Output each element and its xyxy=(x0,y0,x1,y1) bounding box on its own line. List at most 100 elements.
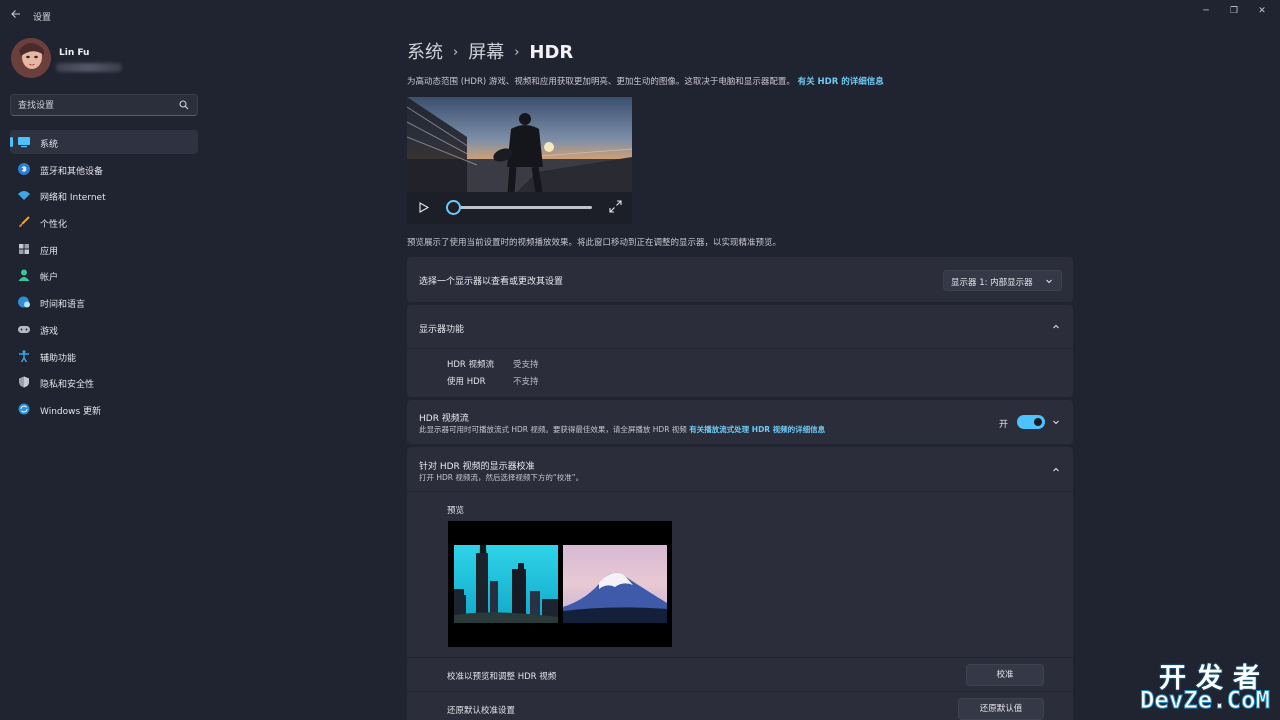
calibration-header[interactable]: 针对 HDR 视频的显示器校准 打开 HDR 视频流，然后选择视频下方的“校准”… xyxy=(407,447,1073,492)
sidebar-item-apps[interactable]: 应用 xyxy=(10,237,198,261)
hdr-info-link[interactable]: 有关 HDR 的详细信息 xyxy=(798,77,884,87)
intro-text: 为高动态范围 (HDR) 游戏、视频和应用获取更加明亮、更加生动的图像。这取决于… xyxy=(407,75,884,87)
app-title: 设置 xyxy=(33,13,52,23)
sidebar-item-network[interactable]: 网络和 Internet xyxy=(10,183,198,207)
capability-key: HDR 视频流 xyxy=(447,360,495,370)
hdr-stream-desc: 此显示器可用时可播放流式 HDR 视频。要获得最佳效果，请全屏播放 HDR 视频… xyxy=(419,424,825,435)
accessibility-icon xyxy=(19,349,29,362)
monitor-icon xyxy=(18,137,30,148)
person-icon xyxy=(18,269,30,282)
fullscreen-icon[interactable] xyxy=(609,200,622,213)
sidebar-item-label: 帐户 xyxy=(40,273,59,284)
search-icon xyxy=(179,100,189,110)
sidebar-item-privacy[interactable]: 隐私和安全性 xyxy=(10,370,198,394)
hdr-stream-info-link[interactable]: 有关播放流式处理 HDR 视频的详细信息 xyxy=(689,425,825,434)
globe-clock-icon xyxy=(18,296,30,308)
search-input[interactable] xyxy=(18,99,178,112)
breadcrumb-separator: › xyxy=(453,45,459,60)
divider xyxy=(407,691,1073,692)
sidebar-item-label: 网络和 Internet xyxy=(40,193,106,204)
capability-value: 受支持 xyxy=(513,360,539,370)
sidebar-item-label: 蓝牙和其他设备 xyxy=(40,166,104,177)
reset-calibration-label: 还原默认校准设置 xyxy=(447,706,516,716)
sidebar-item-label: Windows 更新 xyxy=(40,406,102,417)
seek-bar[interactable] xyxy=(455,206,592,209)
sidebar-item-windows-update[interactable]: Windows 更新 xyxy=(10,397,198,421)
close-button[interactable]: ✕ xyxy=(1252,4,1272,18)
arrow-left-icon xyxy=(11,10,20,18)
display-dropdown[interactable]: 显示器 1: 内部显示器 xyxy=(943,270,1062,291)
sidebar-item-gaming[interactable]: 游戏 xyxy=(10,317,198,341)
breadcrumb-separator: › xyxy=(514,45,520,60)
breadcrumb-system[interactable]: 系统 xyxy=(407,38,443,64)
reset-defaults-button[interactable]: 还原默认值 xyxy=(958,698,1044,720)
preview-note: 预览展示了使用当前设置时的视频播放效果。将此窗口移动到正在调整的显示器，以实现精… xyxy=(407,238,782,248)
calibration-preview-label: 预览 xyxy=(447,506,465,516)
shield-icon xyxy=(19,376,29,388)
calibrate-button[interactable]: 校准 xyxy=(966,664,1044,686)
capability-value: 不支持 xyxy=(513,377,539,387)
sidebar-item-label: 隐私和安全性 xyxy=(40,380,95,391)
avatar xyxy=(11,38,51,78)
sidebar-nav: 系统 蓝牙和其他设备 网络和 Internet 个性化 应用 帐户 时间和语言 … xyxy=(10,130,198,424)
breadcrumb-display[interactable]: 屏幕 xyxy=(468,38,504,64)
watermark: 开发者 DevZe.CoM xyxy=(1120,656,1270,716)
toggle-state-label: 开 xyxy=(999,420,1009,430)
sidebar-item-personalization[interactable]: 个性化 xyxy=(10,210,198,234)
chevron-up-icon xyxy=(1053,467,1059,472)
display-select-label: 选择一个显示器以查看或更改其设置 xyxy=(419,277,564,287)
back-button[interactable] xyxy=(8,8,24,24)
display-capabilities-card: 显示器功能 HDR 视频流 受支持 使用 HDR 不支持 xyxy=(407,305,1073,397)
sidebar-item-label: 辅助功能 xyxy=(40,353,77,364)
chevron-down-icon xyxy=(1046,279,1052,284)
user-email-redacted xyxy=(56,63,122,72)
breadcrumb: 系统 › 屏幕 › HDR xyxy=(407,38,573,64)
mountain-image xyxy=(563,545,667,623)
intro-description: 为高动态范围 (HDR) 游戏、视频和应用获取更加明亮、更加生动的图像。这取决于… xyxy=(407,77,795,87)
capabilities-header[interactable]: 显示器功能 xyxy=(407,305,1073,349)
sidebar-item-label: 个性化 xyxy=(40,220,68,231)
sidebar-item-system[interactable]: 系统 xyxy=(10,130,198,154)
chevron-down-icon[interactable] xyxy=(1051,417,1061,427)
calibration-desc: 打开 HDR 视频流，然后选择视频下方的“校准”。 xyxy=(419,473,584,482)
sidebar-item-label: 应用 xyxy=(40,246,59,257)
calibrate-label: 校准以预览和调整 HDR 视频 xyxy=(447,672,557,682)
sidebar-item-bluetooth[interactable]: 蓝牙和其他设备 xyxy=(10,157,198,181)
sidebar-item-label: 系统 xyxy=(40,140,59,150)
hdr-stream-toggle[interactable] xyxy=(1017,415,1045,429)
update-icon xyxy=(18,403,30,415)
gamepad-icon xyxy=(18,325,30,333)
play-icon[interactable] xyxy=(417,201,430,214)
display-select-card: 选择一个显示器以查看或更改其设置 显示器 1: 内部显示器 xyxy=(407,257,1073,302)
hdr-stream-card[interactable]: HDR 视频流 此显示器可用时可播放流式 HDR 视频。要获得最佳效果，请全屏播… xyxy=(407,400,1073,444)
user-name: Lin Fu xyxy=(59,48,90,58)
user-profile[interactable]: Lin Fu xyxy=(11,38,201,80)
sidebar-item-label: 时间和语言 xyxy=(40,300,86,311)
capability-key: 使用 HDR xyxy=(447,377,486,387)
chevron-up-icon xyxy=(1053,324,1059,329)
apps-icon xyxy=(19,243,29,254)
sidebar-item-accessibility[interactable]: 辅助功能 xyxy=(10,344,198,368)
bluetooth-icon xyxy=(18,162,30,175)
capabilities-title: 显示器功能 xyxy=(419,325,465,335)
display-dropdown-value: 显示器 1: 内部显示器 xyxy=(951,278,1033,288)
sidebar-item-time-language[interactable]: 时间和语言 xyxy=(10,290,198,314)
watermark-latin: DevZe.CoM xyxy=(1139,686,1270,715)
divider xyxy=(407,657,1073,658)
calibration-preview-image xyxy=(448,521,672,647)
brush-icon xyxy=(19,216,30,228)
page-title: HDR xyxy=(529,42,574,63)
video-frame xyxy=(407,97,632,192)
calibration-title: 针对 HDR 视频的显示器校准 xyxy=(419,462,535,472)
title-bar: 设置 ─ ❐ ✕ xyxy=(0,0,1280,32)
wifi-icon xyxy=(18,191,30,201)
minimize-button[interactable]: ─ xyxy=(1196,4,1216,18)
restore-button[interactable]: ❐ xyxy=(1224,4,1244,18)
hdr-video-preview xyxy=(407,97,632,224)
city-skyline-image xyxy=(454,545,558,623)
seek-thumb[interactable] xyxy=(446,200,461,215)
search-box[interactable] xyxy=(10,94,198,116)
sidebar-item-accounts[interactable]: 帐户 xyxy=(10,263,198,287)
hdr-stream-desc-text: 此显示器可用时可播放流式 HDR 视频。要获得最佳效果，请全屏播放 HDR 视频 xyxy=(419,425,687,434)
video-controls xyxy=(407,192,632,224)
